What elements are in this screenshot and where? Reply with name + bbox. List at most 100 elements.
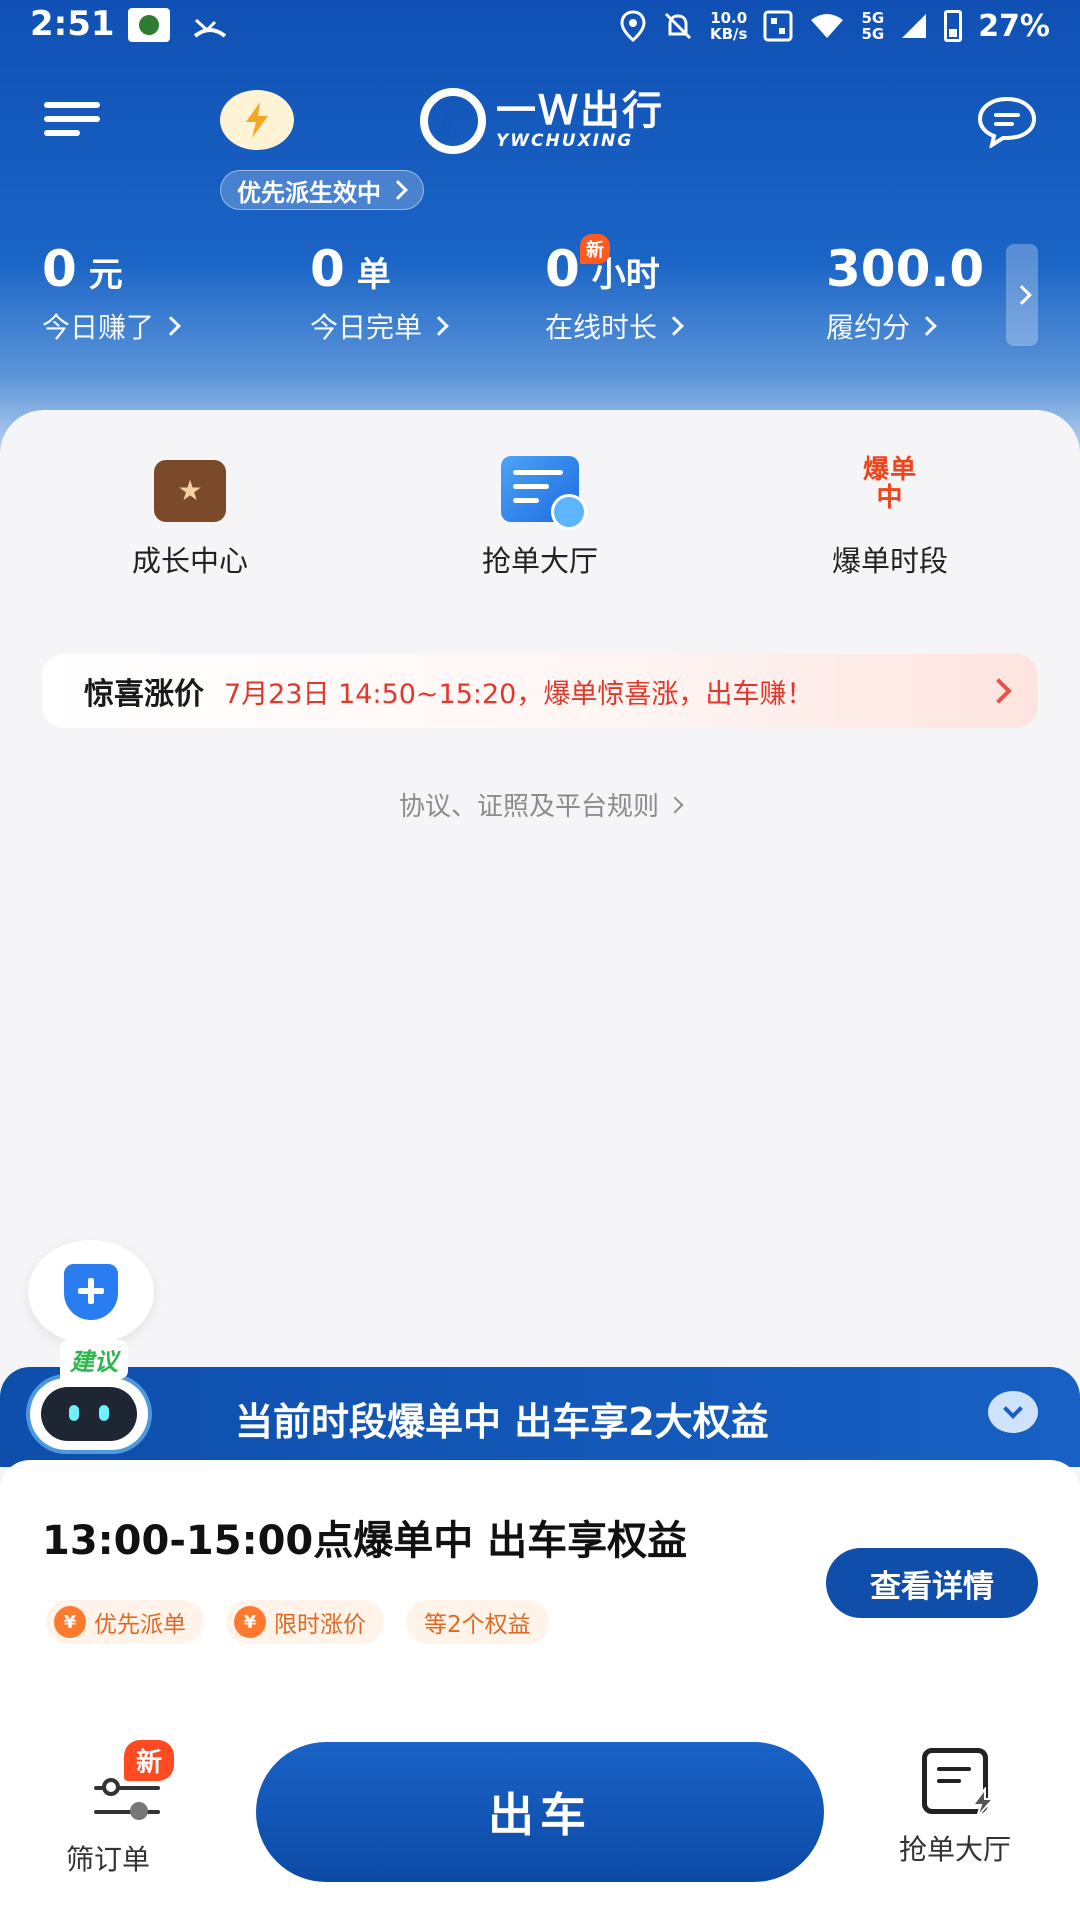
menu-line bbox=[44, 116, 100, 122]
signal-label-top: 5G bbox=[861, 9, 885, 27]
cellular-signal-icon bbox=[902, 14, 927, 38]
menu-button[interactable] bbox=[44, 100, 100, 140]
quick-action-label: 成长中心 bbox=[131, 544, 248, 578]
promo-title: 惊喜涨价 bbox=[84, 677, 204, 712]
location-icon bbox=[620, 10, 646, 42]
stat-number: 0 bbox=[310, 240, 345, 298]
promo-text: 7月23日 14:50~15:20，爆单惊喜涨，出车赚！ bbox=[224, 678, 814, 710]
robot-face bbox=[41, 1387, 137, 1441]
priority-dispatch-button[interactable] bbox=[220, 90, 294, 150]
stat-label-text: 今日完单 bbox=[310, 311, 423, 344]
burst-icon-text: 中 bbox=[876, 483, 904, 513]
app-logo: 一Ｗ出行 YWCHUXING bbox=[420, 88, 664, 154]
new-badge: 新 bbox=[580, 234, 610, 264]
rules-link[interactable]: 协议、证照及平台规则 bbox=[0, 786, 1080, 823]
chevron-right-icon bbox=[1012, 285, 1032, 305]
chevron-right-icon bbox=[161, 316, 181, 336]
assistant-robot-button[interactable]: 建议 bbox=[26, 1336, 156, 1456]
new-badge: 新 bbox=[124, 1740, 175, 1781]
menu-line bbox=[44, 102, 100, 108]
quick-action-label: 爆单时段 bbox=[831, 544, 948, 578]
chevron-right-icon bbox=[388, 180, 408, 200]
logo-mark-icon bbox=[420, 88, 486, 154]
filter-orders-label: 筛订单 bbox=[65, 1843, 150, 1876]
stat-unit: 单 bbox=[356, 255, 391, 295]
stat-earnings[interactable]: 0 元 今日赚了 bbox=[42, 240, 181, 346]
grab-order-hall-nav-button[interactable]: 抢单大厅 bbox=[880, 1740, 1030, 1880]
grab-order-hall-label: 抢单大厅 bbox=[898, 1833, 1011, 1866]
benefit-info-title: 13:00-15:00点爆单中 出车享权益 bbox=[42, 1518, 688, 1564]
stat-online-hours[interactable]: 0 小时 在线时长 bbox=[545, 240, 684, 346]
surprise-price-banner[interactable]: 惊喜涨价 7月23日 14:50~15:20，爆单惊喜涨，出车赚！ bbox=[42, 654, 1038, 728]
stat-unit: 元 bbox=[88, 255, 123, 295]
start-driving-button[interactable]: 出车 bbox=[256, 1742, 824, 1882]
logo-text-en: YWCHUXING bbox=[496, 131, 634, 151]
lightning-icon bbox=[246, 102, 268, 138]
shield-plus-icon bbox=[64, 1264, 118, 1320]
quick-action-label: 抢单大厅 bbox=[481, 544, 598, 578]
benefit-tag-label: 限时涨价 bbox=[274, 1612, 366, 1638]
robot-suggestion-tag: 建议 bbox=[60, 1340, 128, 1379]
benefit-tag: ¥ 限时涨价 bbox=[226, 1600, 384, 1644]
stat-value: 300.0 bbox=[826, 240, 984, 298]
stat-value: 0 单 bbox=[310, 240, 446, 298]
header-background bbox=[0, 0, 1080, 470]
logo-text-cn: 一Ｗ出行 bbox=[496, 88, 664, 134]
growth-center-icon bbox=[154, 460, 226, 522]
stat-label-text: 在线时长 bbox=[545, 311, 658, 344]
benefit-tag-label: 等2个权益 bbox=[424, 1612, 531, 1638]
collapse-toggle-button[interactable] bbox=[988, 1391, 1038, 1433]
nfc-icon bbox=[763, 10, 793, 42]
message-button[interactable] bbox=[976, 96, 1038, 150]
app-notification-icon bbox=[128, 8, 170, 42]
benefit-tags: ¥ 优先派单 ¥ 限时涨价 等2个权益 bbox=[46, 1600, 549, 1644]
menu-line bbox=[44, 130, 80, 136]
net-speed-unit: KB/s bbox=[709, 25, 748, 43]
wifi-icon bbox=[811, 14, 844, 38]
benefit-bar[interactable]: 当前时段爆单中 出车享2大权益 bbox=[0, 1367, 1080, 1467]
stat-label: 履约分 bbox=[826, 306, 984, 346]
quick-action-burst-period[interactable]: 爆单 中 爆单时段 bbox=[740, 456, 1040, 580]
stat-label: 今日完单 bbox=[310, 306, 449, 346]
yen-icon: ¥ bbox=[234, 1606, 266, 1638]
burst-period-icon: 爆单 中 bbox=[851, 456, 929, 522]
chat-bubble-icon bbox=[977, 96, 1037, 150]
grab-order-hall-icon bbox=[501, 456, 587, 530]
stat-value: 0 元 bbox=[42, 240, 178, 298]
burst-icon-text: 爆单 bbox=[862, 455, 917, 485]
stat-value: 0 小时 bbox=[545, 240, 681, 298]
priority-status-pill[interactable]: 优先派生效中 bbox=[220, 170, 424, 210]
today-stats: 0 元 今日赚了 0 单 今日完单 0 小时 在线时长 新 300.0 履约分 bbox=[0, 234, 1080, 350]
stat-label: 今日赚了 bbox=[42, 306, 181, 346]
safety-center-button[interactable] bbox=[28, 1240, 154, 1344]
stat-fulfillment-score[interactable]: 300.0 履约分 bbox=[826, 240, 984, 346]
status-bar: 2:51 10.0 KB/s 5G 5G 27% bbox=[0, 0, 1080, 52]
stat-completed-orders[interactable]: 0 单 今日完单 bbox=[310, 240, 449, 346]
stat-label: 在线时长 bbox=[545, 306, 684, 346]
view-details-button[interactable]: 查看详情 bbox=[826, 1548, 1038, 1618]
rules-link-text: 协议、证照及平台规则 bbox=[398, 792, 659, 822]
chevron-down-icon bbox=[1003, 1399, 1023, 1419]
filter-orders-button[interactable]: 新 筛订单 bbox=[50, 1740, 180, 1880]
chevron-right-icon bbox=[429, 316, 449, 336]
chevron-right-icon bbox=[917, 316, 937, 336]
logo-text: 一Ｗ出行 YWCHUXING bbox=[496, 91, 664, 151]
status-right-group: 10.0 KB/s 5G 5G 27% bbox=[620, 4, 1050, 48]
quick-action-grab-hall[interactable]: 抢单大厅 bbox=[390, 456, 690, 580]
benefit-tag: 等2个权益 bbox=[406, 1600, 549, 1644]
stat-label-text: 履约分 bbox=[826, 311, 911, 344]
order-list-icon bbox=[922, 1748, 996, 1818]
quick-action-growth-center[interactable]: 成长中心 bbox=[40, 456, 340, 580]
priority-status-label: 优先派生效中 bbox=[237, 178, 381, 207]
stat-label-text: 今日赚了 bbox=[42, 311, 155, 344]
robot-icon bbox=[30, 1378, 148, 1450]
missed-call-icon bbox=[190, 8, 230, 42]
stats-more-button[interactable] bbox=[1006, 244, 1038, 346]
signal-label-bottom: 5G bbox=[861, 25, 885, 43]
chevron-right-icon bbox=[986, 678, 1012, 704]
battery-percent: 27% bbox=[978, 8, 1050, 44]
battery-icon bbox=[944, 10, 963, 42]
chevron-right-icon bbox=[666, 796, 684, 813]
mute-bell-icon bbox=[664, 12, 692, 40]
chevron-right-icon bbox=[664, 316, 684, 336]
